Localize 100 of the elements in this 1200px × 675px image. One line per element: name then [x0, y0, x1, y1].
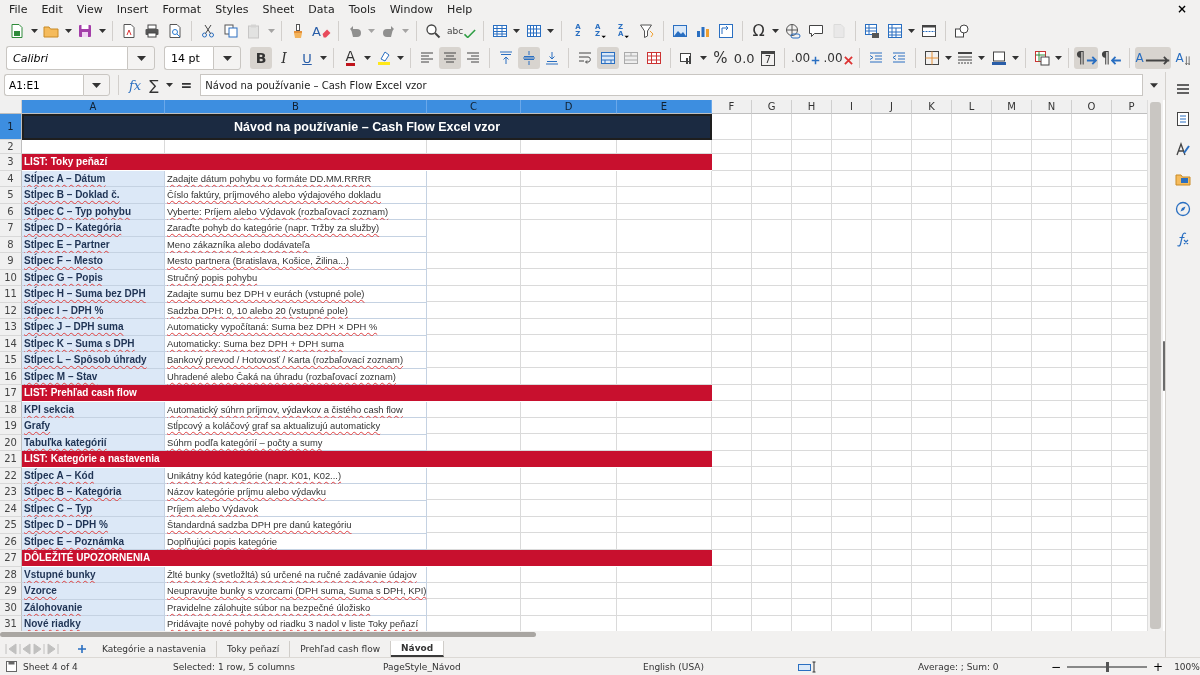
page-style[interactable]: PageStyle_Návod	[383, 661, 643, 672]
align-middle-icon[interactable]	[518, 47, 541, 69]
description-cell: Automaticky vypočítaná: Suma bez DPH × DPH %	[165, 319, 427, 336]
description-cell: Stručný popis pohybu	[165, 269, 427, 286]
column-header[interactable]: P	[1112, 100, 1148, 114]
column-header[interactable]: G	[752, 100, 792, 114]
menu-item[interactable]: Help	[440, 2, 480, 16]
column-header[interactable]: J	[872, 100, 912, 114]
vertical-text-button[interactable]: A	[1171, 47, 1194, 69]
eraser-icon	[321, 29, 331, 38]
column-header[interactable]: A	[22, 100, 165, 114]
menu-item[interactable]: View	[69, 2, 110, 16]
column-header[interactable]: E	[617, 100, 712, 114]
column-header[interactable]: F	[712, 100, 752, 114]
add-decimal-button[interactable]: .00	[789, 47, 822, 69]
formula-input[interactable]: Návod na používanie – Cash Flow Excel vzor	[200, 74, 1143, 96]
row-number[interactable]: 21	[0, 451, 22, 468]
name-box[interactable]: A1:E1	[4, 74, 83, 96]
menu-item[interactable]: Edit	[34, 2, 70, 16]
row-number[interactable]: 19	[0, 418, 22, 435]
sheet-tab[interactable]: Návod	[391, 640, 445, 657]
x-mark-icon	[843, 56, 853, 65]
wrap-text-button[interactable]: A	[1134, 47, 1171, 69]
column-header[interactable]: O	[1072, 100, 1112, 114]
row-number[interactable]: 17	[0, 385, 22, 402]
row-number[interactable]: 23	[0, 484, 22, 501]
percent-button[interactable]: %	[709, 47, 732, 69]
row-number[interactable]: 15	[0, 352, 22, 369]
font-name-field[interactable]: Calibri	[6, 46, 127, 70]
menu-item[interactable]: Insert	[109, 2, 156, 16]
row-number[interactable]: 29	[0, 583, 22, 600]
row-number[interactable]: 31	[0, 616, 22, 631]
spelling-button[interactable]: abc	[444, 20, 478, 42]
zoom-in-button[interactable]: +	[1150, 659, 1167, 674]
function-wizard-button[interactable]: fx	[127, 77, 144, 93]
menu-item[interactable]: File	[2, 2, 35, 16]
menu-item[interactable]: Styles	[208, 2, 256, 16]
caret-icon[interactable]	[83, 74, 110, 96]
menu-item[interactable]: Sheet	[255, 2, 302, 16]
column-header[interactable]: M	[992, 100, 1032, 114]
merge-center-icon[interactable]	[597, 47, 620, 69]
zoom-slider-thumb[interactable]	[1106, 661, 1110, 672]
description-cell: Názov kategórie príjmu alebo výdavku	[165, 484, 427, 501]
vertical-scrollbar[interactable]	[1147, 100, 1163, 631]
font-color-button[interactable]: A	[339, 47, 362, 69]
field-name-cell: Stĺpec M – Stav	[22, 368, 165, 385]
field-name-cell: Stĺpec I – DPH %	[22, 302, 165, 319]
row-number[interactable]: 1	[0, 114, 22, 140]
field-name-cell: Stĺpec B – Kategória	[22, 484, 165, 501]
field-name-cell: Stĺpec D – DPH %	[22, 517, 165, 534]
menu-item[interactable]: Format	[155, 2, 209, 16]
column-header[interactable]: B	[165, 100, 427, 114]
sheet-tab[interactable]: Kategórie a nastavenia	[92, 640, 218, 657]
row-number[interactable]: 3	[0, 154, 22, 171]
language[interactable]: English (USA)	[643, 661, 798, 672]
caret-icon[interactable]	[127, 46, 155, 70]
menu-item[interactable]: Data	[301, 2, 342, 16]
title-cell: Návod na používanie – Cash Flow Excel vzor	[22, 114, 712, 140]
italic-button[interactable]: I	[273, 47, 295, 69]
row-number[interactable]: 2	[0, 140, 22, 154]
row-number[interactable]: 13	[0, 319, 22, 336]
sum-button[interactable]: ∑	[147, 77, 161, 93]
menu-item[interactable]: Window	[382, 2, 441, 16]
column-header[interactable]: H	[792, 100, 832, 114]
row-number[interactable]: 9	[0, 253, 22, 270]
delete-decimal-button[interactable]: .00	[822, 47, 854, 69]
row-number[interactable]: 25	[0, 517, 22, 534]
description-cell: Štandardná sadzba DPH pre danú kategóriu	[165, 517, 427, 534]
row-number[interactable]: 7	[0, 220, 22, 237]
sheet-count: Sheet 4 of 4	[23, 661, 79, 672]
description-cell: Pravidelne zálohujte súbor na bezpečné úložisko	[165, 599, 427, 616]
column-header[interactable]: K	[912, 100, 952, 114]
clear-formatting-button[interactable]: A	[310, 20, 333, 42]
column-header[interactable]: C	[427, 100, 521, 114]
column-header[interactable]: D	[521, 100, 617, 114]
special-character-button[interactable]: Ω	[747, 20, 770, 42]
number-format-button[interactable]: 0.0	[732, 47, 756, 69]
row-number[interactable]: 5	[0, 187, 22, 204]
menu-item[interactable]: Tools	[341, 2, 383, 16]
selection-mode-icon[interactable]	[798, 660, 818, 673]
right-to-left-button[interactable]: ¶	[1099, 47, 1124, 69]
underline-button[interactable]: U	[296, 47, 318, 69]
row-number[interactable]: 27	[0, 550, 22, 567]
close-document-button[interactable]: ×	[1173, 2, 1190, 16]
font-size-field[interactable]: 14 pt	[164, 46, 213, 70]
description-cell: Číslo faktúry, príjmového alebo výdajového dokladu	[165, 187, 427, 204]
left-to-right-button[interactable]: ¶	[1074, 47, 1099, 69]
right-arrow-icon	[1086, 56, 1098, 65]
zoom-out-button[interactable]: −	[1048, 659, 1065, 674]
align-center-icon[interactable]	[439, 47, 462, 69]
column-header[interactable]: N	[1032, 100, 1072, 114]
sheet-tab[interactable]: Toky peňazí	[217, 640, 291, 657]
bold-button[interactable]: B	[250, 47, 272, 69]
column-header[interactable]: I	[832, 100, 872, 114]
description-cell: Príjem alebo Výdavok	[165, 500, 427, 517]
formula-button[interactable]: =	[178, 77, 195, 93]
column-header[interactable]: L	[952, 100, 992, 114]
row-number[interactable]: 11	[0, 286, 22, 303]
sidebar-handle[interactable]	[1163, 340, 1165, 391]
caret-icon[interactable]	[213, 46, 241, 70]
